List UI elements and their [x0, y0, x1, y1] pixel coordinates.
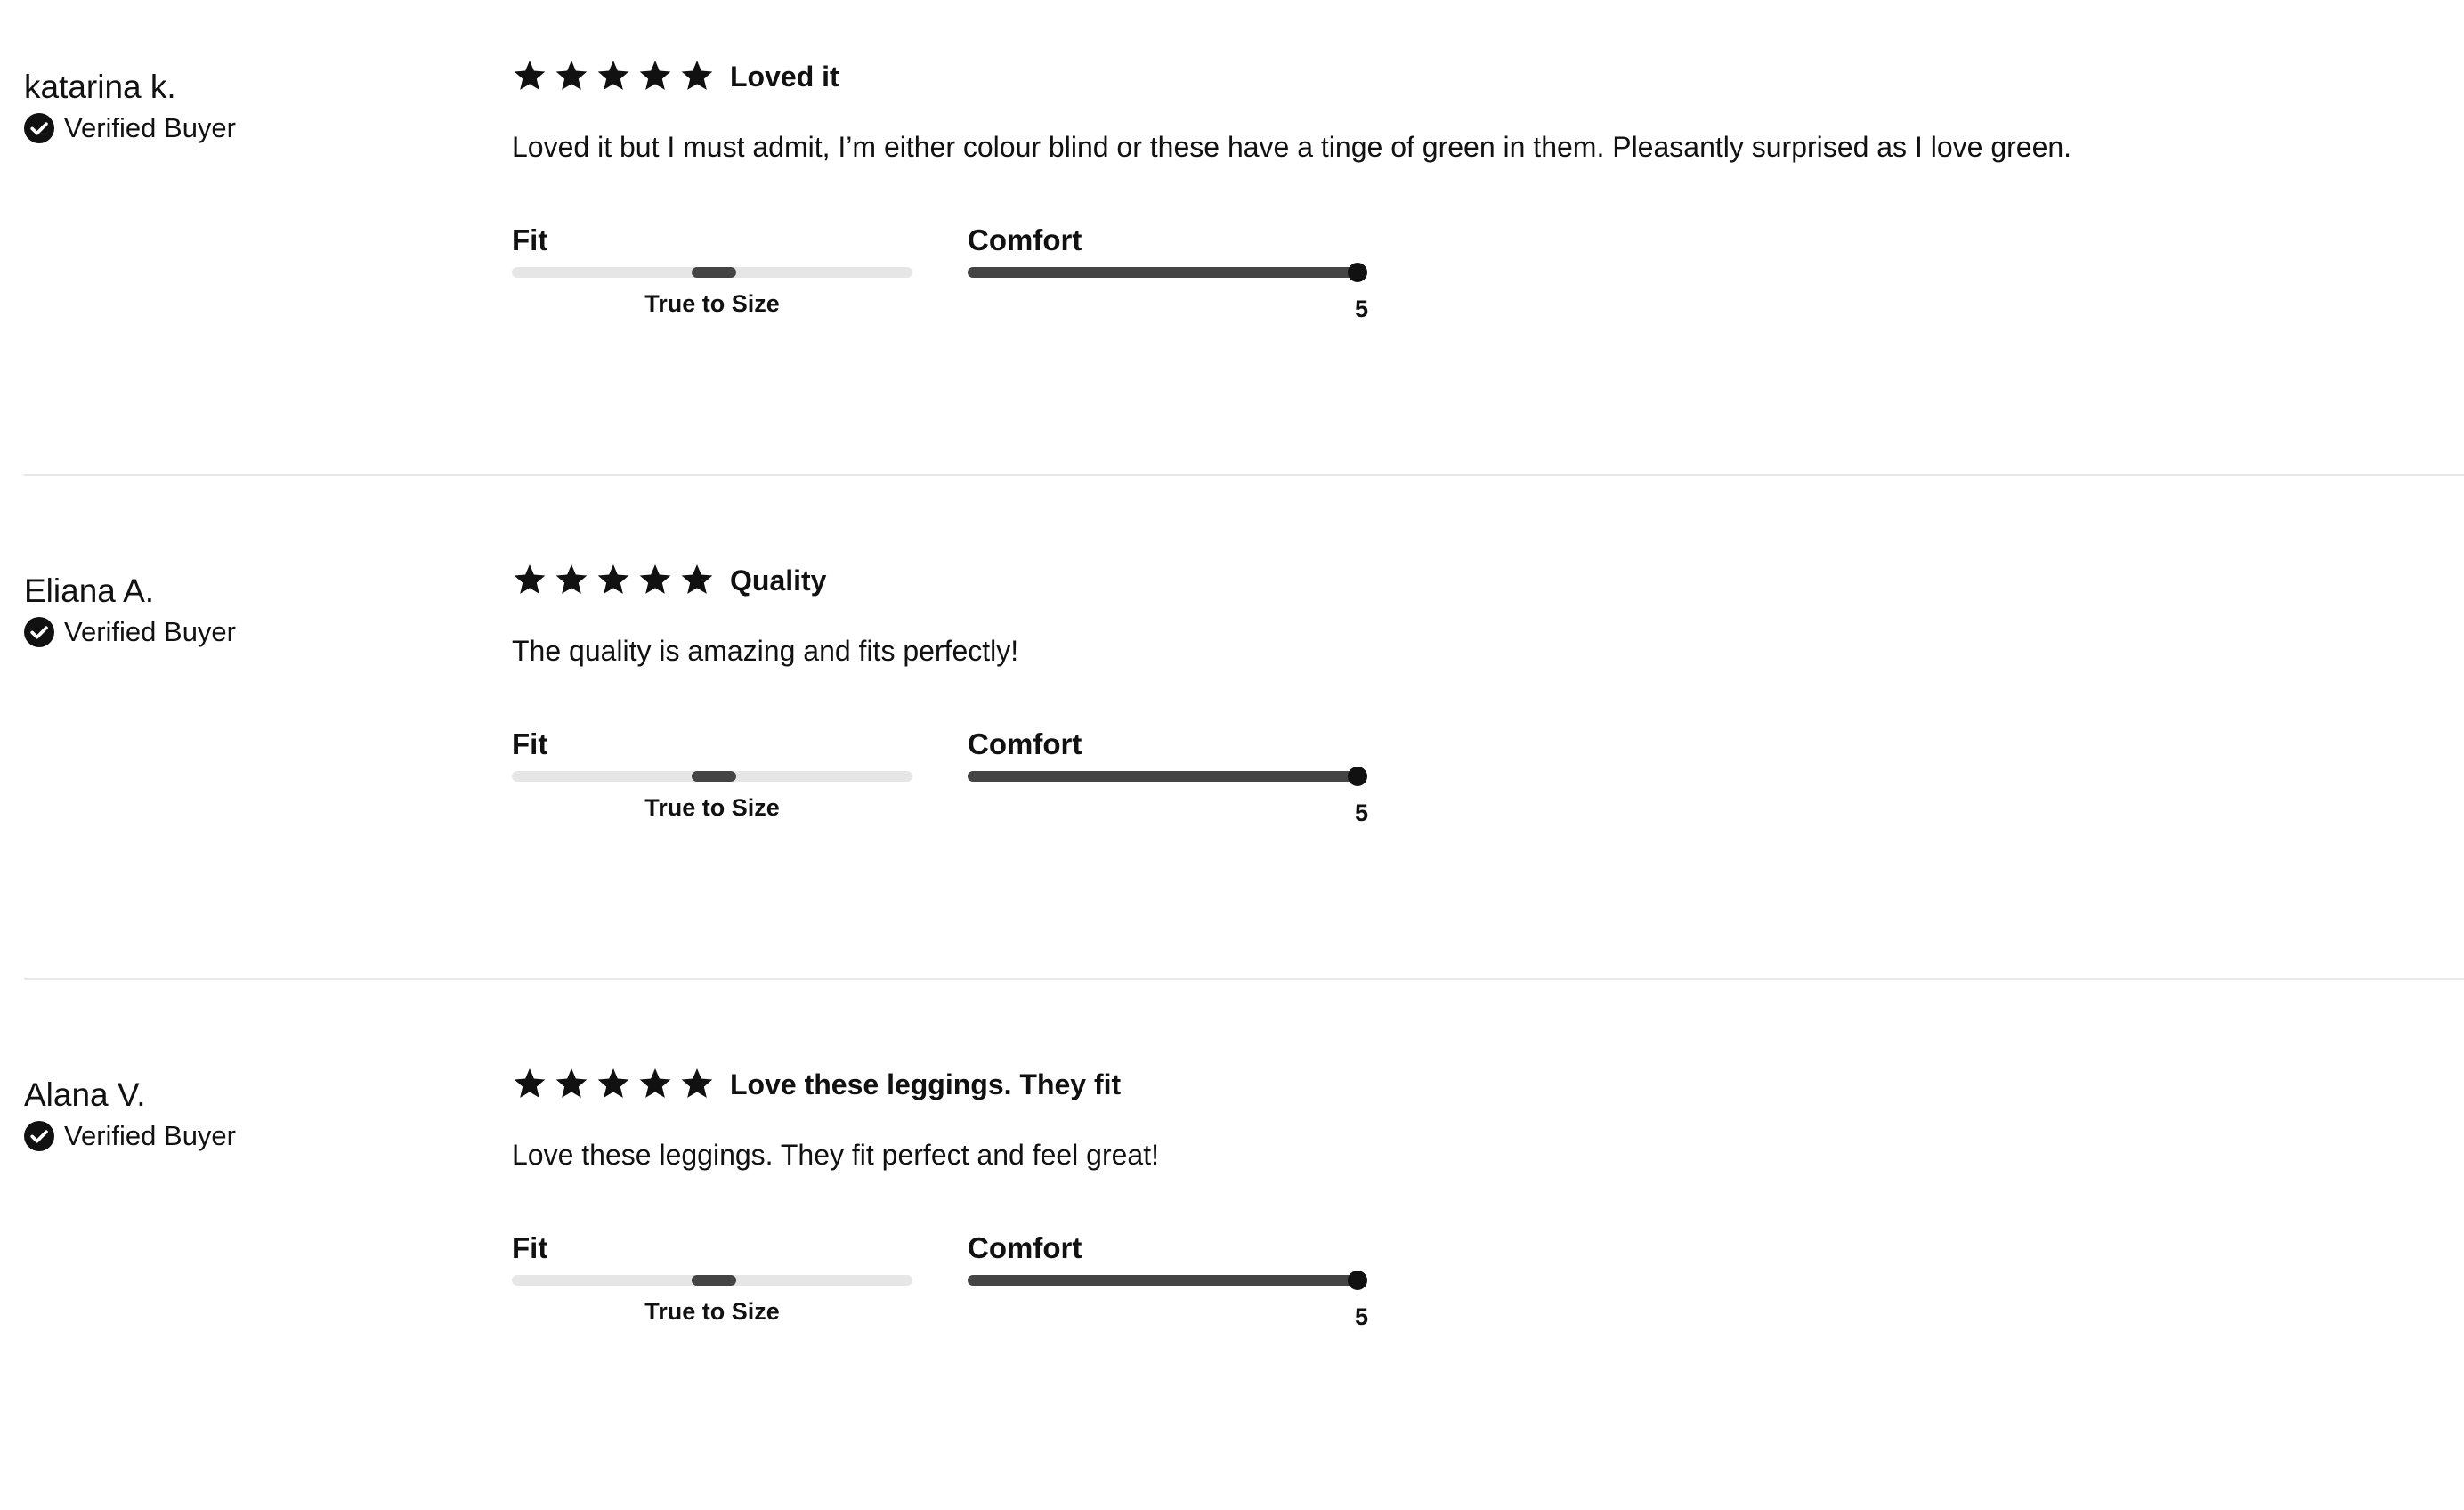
star-rating: [512, 59, 721, 94]
verified-label: Verified Buyer: [64, 1120, 236, 1151]
fit-metric: Fit True to Size: [512, 1230, 912, 1326]
star-icon: [554, 563, 589, 598]
star-icon: [554, 59, 589, 94]
rating-row: Love these leggings. They fit: [512, 1063, 2435, 1106]
fit-caption: True to Size: [644, 1298, 780, 1325]
comfort-fill: [968, 267, 1358, 278]
star-rating: [512, 563, 721, 598]
review-title: Love these leggings. They fit: [730, 1068, 1122, 1100]
fit-label: Fit: [512, 1231, 548, 1264]
reviewer-info: Eliana A. Verified Buyer: [24, 570, 487, 652]
comfort-indicator: [1348, 1271, 1367, 1290]
fit-label: Fit: [512, 223, 548, 256]
comfort-fill: [968, 1275, 1358, 1286]
review-divider: [24, 474, 2464, 476]
comfort-label: Comfort: [968, 1231, 1082, 1264]
fit-metric: Fit True to Size: [512, 727, 912, 822]
reviewer-info: Alana V. Verified Buyer: [24, 1074, 487, 1156]
star-icon: [596, 563, 631, 598]
star-icon: [554, 1067, 589, 1102]
fit-scale: [512, 267, 912, 278]
star-icon: [512, 563, 547, 598]
comfort-value: 5: [1354, 1303, 1368, 1330]
comfort-value: 5: [1354, 296, 1368, 322]
reviewer-name: Alana V.: [24, 1076, 146, 1113]
review-body: The quality is amazing and fits perfectl…: [512, 635, 1019, 667]
review-content: Loved it Loved it but I must admit, I’m …: [512, 55, 2435, 322]
star-icon: [679, 1067, 715, 1102]
review-item: Alana V. Verified Buyer Love these leggi…: [0, 1008, 2464, 1510]
review-metrics: Fit True to Size Comfort 5: [512, 727, 1402, 869]
fit-marker: [692, 1275, 736, 1286]
star-icon: [637, 59, 673, 94]
reviews-list: katarina k. Verified Buyer Loved it Love…: [0, 0, 2464, 1354]
reviewer-name: katarina k.: [24, 69, 176, 105]
verified-label: Verified Buyer: [64, 616, 236, 647]
review-item: Eliana A. Verified Buyer Quality The qua…: [0, 504, 2464, 1006]
comfort-scale: [968, 263, 1367, 282]
check-circle-icon: [24, 113, 54, 143]
fit-caption: True to Size: [644, 290, 780, 317]
star-rating: [512, 1067, 721, 1102]
fit-scale: [512, 771, 912, 782]
fit-marker: [692, 771, 736, 782]
star-icon: [512, 1067, 547, 1102]
reviewer-name: Eliana A.: [24, 572, 155, 609]
fit-metric: Fit True to Size: [512, 223, 912, 318]
verified-badge: Verified Buyer: [24, 613, 487, 652]
comfort-metric: Comfort 5: [968, 223, 1386, 323]
comfort-metric: Comfort 5: [968, 727, 1386, 827]
review-title: Loved it: [730, 60, 839, 93]
verified-badge: Verified Buyer: [24, 109, 487, 148]
review-metrics: Fit True to Size Comfort 5: [512, 223, 1402, 365]
comfort-label: Comfort: [968, 727, 1082, 760]
star-icon: [637, 1067, 673, 1102]
star-icon: [596, 59, 631, 94]
fit-caption: True to Size: [644, 794, 780, 821]
comfort-scale: [968, 1271, 1367, 1290]
check-circle-icon: [24, 617, 54, 647]
star-icon: [637, 563, 673, 598]
rating-row: Loved it: [512, 55, 2435, 98]
comfort-indicator: [1348, 263, 1367, 282]
star-icon: [679, 563, 715, 598]
fit-scale: [512, 1275, 912, 1286]
check-circle-icon: [24, 1121, 54, 1151]
verified-badge: Verified Buyer: [24, 1116, 487, 1156]
review-item: katarina k. Verified Buyer Loved it Love…: [0, 0, 2464, 502]
review-body: Loved it but I must admit, I’m either co…: [512, 131, 2072, 163]
review-content: Love these leggings. They fit Love these…: [512, 1063, 2435, 1330]
fit-marker: [692, 267, 736, 278]
review-metrics: Fit True to Size Comfort 5: [512, 1230, 1402, 1373]
review-title: Quality: [730, 564, 827, 597]
star-icon: [679, 59, 715, 94]
review-body: Love these leggings. They fit perfect an…: [512, 1139, 1159, 1171]
rating-row: Quality: [512, 559, 2435, 602]
comfort-value: 5: [1354, 800, 1368, 826]
comfort-metric: Comfort 5: [968, 1230, 1386, 1331]
reviewer-info: katarina k. Verified Buyer: [24, 66, 487, 148]
comfort-label: Comfort: [968, 223, 1082, 256]
comfort-fill: [968, 771, 1358, 782]
comfort-indicator: [1348, 767, 1367, 786]
verified-label: Verified Buyer: [64, 112, 236, 143]
review-content: Quality The quality is amazing and fits …: [512, 559, 2435, 826]
star-icon: [596, 1067, 631, 1102]
fit-label: Fit: [512, 727, 548, 760]
star-icon: [512, 59, 547, 94]
review-divider: [24, 978, 2464, 980]
comfort-scale: [968, 767, 1367, 786]
